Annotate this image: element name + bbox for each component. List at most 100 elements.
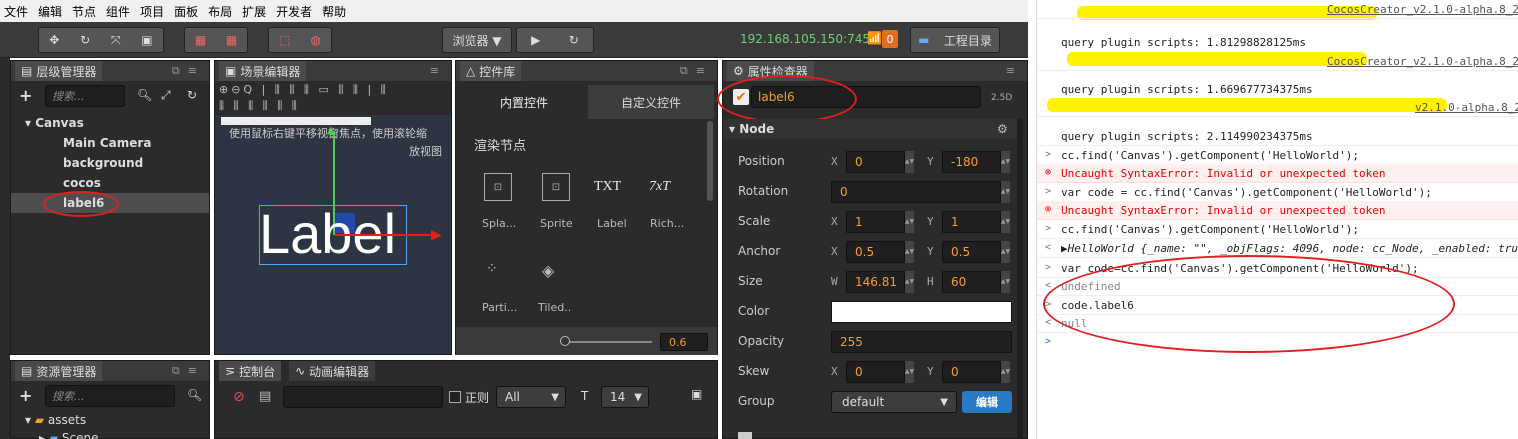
search-icon[interactable]: 🔍︎: [187, 388, 202, 402]
panel-menu-icon[interactable]: ≡: [1006, 64, 1023, 77]
settings-icon[interactable]: ⚙: [997, 122, 1008, 136]
opacity-input[interactable]: 255: [831, 331, 1012, 353]
console-source-link[interactable]: CocosCreator_v2.1.0-alpha.8_2: [1327, 55, 1518, 68]
gizmo-2d-icon[interactable]: ⬚: [279, 33, 290, 47]
x-axis-gizmo[interactable]: [335, 234, 435, 236]
assets-search-input[interactable]: 搜索...: [45, 385, 175, 407]
rotation-input[interactable]: 0: [831, 181, 1002, 203]
gizmo-3d-icon[interactable]: ◍: [310, 33, 320, 47]
global-icon[interactable]: ▦: [226, 33, 237, 47]
tab-assets[interactable]: ▤ 资源管理器: [15, 361, 103, 381]
tree-node-cocos[interactable]: cocos: [63, 176, 101, 190]
label-widget-icon[interactable]: TXT: [594, 179, 621, 195]
skew-y-stepper[interactable]: ▲▼: [1000, 361, 1010, 383]
tab-scene[interactable]: ▣ 场景编辑器: [219, 61, 307, 81]
group-select[interactable]: default ▼: [831, 391, 957, 413]
anchor-y-stepper[interactable]: ▲▼: [1000, 241, 1010, 263]
refresh-icon[interactable]: ↻: [187, 88, 197, 102]
menu-component[interactable]: 组件: [106, 3, 130, 20]
anchor-y-input[interactable]: 0.5: [942, 241, 1002, 263]
splash-icon[interactable]: ⊡: [484, 173, 512, 201]
tab-library[interactable]: △ 控件库: [460, 61, 522, 81]
menu-node[interactable]: 节点: [72, 3, 96, 20]
tree-node-main-camera[interactable]: Main Camera: [63, 136, 151, 150]
rotate-tool-icon[interactable]: ↻: [80, 33, 90, 47]
collapse-icon[interactable]: ⤢: [161, 88, 171, 103]
size-h-stepper[interactable]: ▲▼: [1000, 271, 1010, 293]
menu-developer[interactable]: 开发者: [276, 3, 312, 20]
anchor-x-input[interactable]: 0.5: [846, 241, 906, 263]
skew-x-stepper[interactable]: ▲▼: [904, 361, 914, 383]
tab-custom[interactable]: 自定义控件: [588, 85, 714, 119]
distribute-toolbar[interactable]: ⫼ ⫼ ⫼ ⫼ ⫼ ⫼: [219, 99, 300, 113]
asset-scene[interactable]: ▸ ▰ Scene: [39, 431, 99, 439]
tab-console[interactable]: ⋝ 控制台: [219, 361, 282, 381]
browser-select[interactable]: 浏览器 ▼: [442, 27, 512, 53]
search-icon[interactable]: 🔍︎: [137, 88, 152, 102]
position-x-stepper[interactable]: ▲▼: [904, 151, 914, 173]
mode-2-5d[interactable]: 2.5D: [991, 93, 1012, 103]
tab-hierarchy[interactable]: ▤ 层级管理器: [15, 61, 103, 81]
richtext-widget-icon[interactable]: 7xT: [649, 179, 670, 195]
panel-menu-icon[interactable]: ⧉≡: [172, 364, 205, 378]
clear-console-icon[interactable]: ⊘: [233, 389, 245, 405]
add-node-icon[interactable]: +: [19, 86, 32, 105]
tree-node-background[interactable]: background: [63, 156, 143, 170]
console-source-link[interactable]: CocosCreator_v2.1.0-alpha.8_2: [1327, 3, 1518, 16]
tab-builtin[interactable]: 内置控件: [460, 85, 588, 119]
position-y-stepper[interactable]: ▲▼: [1000, 151, 1010, 173]
panel-menu-icon[interactable]: ≡: [430, 64, 447, 77]
align-toolbar[interactable]: ⊕⊖Q | ⫼ ⫼ ⫼ ▭ ⫼ ⫼ | ⫼: [219, 83, 389, 97]
menu-project[interactable]: 项目: [140, 3, 164, 20]
hierarchy-search-input[interactable]: 搜索...: [45, 85, 125, 107]
particle-icon[interactable]: ⁘: [486, 261, 498, 277]
asset-root[interactable]: ▾ ▰ assets: [25, 413, 86, 427]
scale-x-input[interactable]: 1: [846, 211, 906, 233]
play-icon[interactable]: ▶: [531, 33, 540, 47]
move-tool-icon[interactable]: ✥: [49, 33, 59, 47]
add-asset-icon[interactable]: +: [19, 386, 32, 405]
size-w-stepper[interactable]: ▲▼: [904, 271, 914, 293]
library-scrollbar[interactable]: [707, 121, 713, 201]
font-size-select[interactable]: 14 ▼: [601, 386, 649, 408]
preview-ip[interactable]: 192.168.105.150:7456: [740, 32, 878, 46]
refresh-icon[interactable]: ↻: [569, 33, 579, 47]
rotation-stepper[interactable]: ▲▼: [1000, 181, 1010, 203]
color-swatch[interactable]: [831, 301, 1012, 323]
panel-menu-icon[interactable]: ⧉≡: [680, 64, 713, 78]
skew-y-input[interactable]: 0: [942, 361, 1002, 383]
anchor-x-stepper[interactable]: ▲▼: [904, 241, 914, 263]
scale-tool-icon[interactable]: ⤧: [111, 33, 121, 48]
tab-animation[interactable]: ∿ 动画编辑器: [289, 361, 376, 381]
scale-x-stepper[interactable]: ▲▼: [904, 211, 914, 233]
open-log-icon[interactable]: ▤: [259, 389, 271, 404]
project-folder-button[interactable]: ▬ 工程目录: [910, 27, 1000, 53]
menu-file[interactable]: 文件: [4, 3, 28, 20]
inspector-scrollbar[interactable]: [1017, 119, 1023, 439]
menu-edit[interactable]: 编辑: [38, 3, 62, 20]
size-h-input[interactable]: 60: [942, 271, 1002, 293]
menu-help[interactable]: 帮助: [322, 3, 346, 20]
rect-tool-icon[interactable]: ▣: [141, 33, 152, 47]
zoom-value[interactable]: 0.6: [660, 333, 708, 351]
tiledmap-icon[interactable]: ◈: [542, 261, 554, 280]
regex-checkbox[interactable]: [449, 391, 461, 403]
sprite-icon[interactable]: ⊡: [542, 173, 570, 201]
menu-extension[interactable]: 扩展: [242, 3, 266, 20]
menu-panel[interactable]: 面板: [174, 3, 198, 20]
log-level-select[interactable]: All ▼: [496, 386, 566, 408]
tree-node-canvas[interactable]: ▾ Canvas: [25, 116, 84, 130]
edit-group-button[interactable]: 编辑: [962, 391, 1012, 413]
size-w-input[interactable]: 146.81: [846, 271, 906, 293]
scale-y-input[interactable]: 1: [942, 211, 1002, 233]
scale-y-stepper[interactable]: ▲▼: [1000, 211, 1010, 233]
console-source-link[interactable]: v2.1.0-alpha.8_2: [1415, 101, 1518, 114]
position-y-input[interactable]: -180: [942, 151, 1002, 173]
zoom-slider-handle[interactable]: [560, 336, 570, 346]
skew-x-input[interactable]: 0: [846, 361, 906, 383]
next-checkbox[interactable]: [738, 432, 752, 439]
pivot-icon[interactable]: ▦: [195, 33, 206, 47]
menu-layout[interactable]: 布局: [208, 3, 232, 20]
console-filter-input[interactable]: [283, 386, 443, 408]
collapse-console-icon[interactable]: ▣: [691, 387, 702, 401]
